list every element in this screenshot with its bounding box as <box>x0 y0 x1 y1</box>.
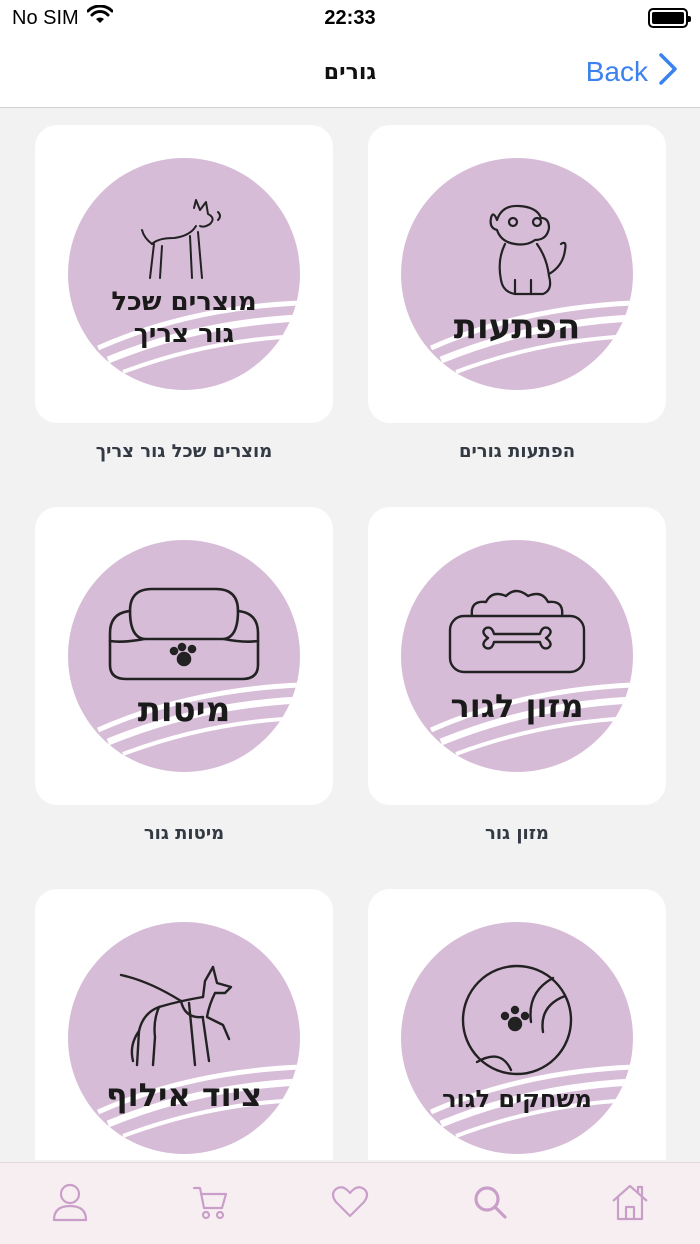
standing-dog-icon <box>134 198 234 286</box>
circle-text: גור צריך <box>133 319 235 349</box>
tab-search[interactable] <box>460 1174 520 1234</box>
status-bar: No SIM 22:33 <box>0 0 700 36</box>
category-image-box: מיטות <box>35 507 333 805</box>
category-card-surprises[interactable]: הפתעות הפתעות גורים <box>368 125 666 462</box>
category-image-box: ציוד אילוף <box>35 889 333 1160</box>
home-icon <box>609 1181 651 1227</box>
cart-icon <box>190 1182 230 1226</box>
status-left: No SIM <box>12 4 114 31</box>
category-image-box: מוצרים שכל גור צריך <box>35 125 333 423</box>
tab-bar <box>0 1162 700 1244</box>
food-bowl-icon <box>442 586 592 682</box>
tab-home[interactable] <box>600 1174 660 1234</box>
category-label: מוצרים שכל גור צריך <box>95 441 273 462</box>
category-circle: ציוד אילוף <box>68 922 300 1154</box>
category-card-beds[interactable]: מיטות מיטות גור <box>35 507 333 844</box>
category-card-toys[interactable]: משחקים לגור <box>368 889 666 1160</box>
navigation-bar: גורים Back <box>0 36 700 108</box>
tab-cart[interactable] <box>180 1174 240 1234</box>
dog-harness-icon <box>119 961 249 1075</box>
category-label: הפתעות גורים <box>458 441 576 462</box>
category-circle: מזון לגור <box>401 540 633 772</box>
category-label: מזון גור <box>485 823 549 844</box>
circle-text: הפתעות <box>453 306 581 347</box>
tab-profile[interactable] <box>40 1174 100 1234</box>
heart-icon <box>330 1182 370 1226</box>
circle-text: מיטות <box>137 689 231 730</box>
category-circle: מיטות <box>68 540 300 772</box>
category-label: מיטות גור <box>143 823 225 844</box>
dog-bed-icon <box>104 581 264 689</box>
circle-text: מוצרים שכל <box>111 286 257 317</box>
category-circle: משחקים לגור <box>401 922 633 1154</box>
category-card-food[interactable]: מזון לגור מזון גור <box>368 507 666 844</box>
category-circle: הפתעות <box>401 158 633 390</box>
category-grid: הפתעות הפתעות גורים מוצרים שכל גור צריך … <box>0 110 700 1160</box>
back-label: Back <box>585 56 648 87</box>
circle-text: ציוד אילוף <box>106 1076 262 1114</box>
carrier-text: No SIM <box>12 6 79 29</box>
category-image-box: משחקים לגור <box>368 889 666 1160</box>
sitting-dog-icon <box>457 200 577 304</box>
back-button[interactable]: Back <box>586 36 678 108</box>
tab-favorites[interactable] <box>320 1174 380 1234</box>
circle-text: מזון לגור <box>450 687 584 725</box>
ball-icon <box>457 962 577 1082</box>
category-image-box: הפתעות <box>368 125 666 423</box>
category-card-training[interactable]: ציוד אילוף <box>35 889 333 1160</box>
category-image-box: מזון לגור <box>368 507 666 805</box>
user-icon <box>50 1182 90 1226</box>
circle-text: משחקים לגור <box>442 1085 592 1113</box>
category-circle: מוצרים שכל גור צריך <box>68 158 300 390</box>
chevron-right-icon <box>658 52 678 93</box>
search-icon <box>470 1182 510 1226</box>
battery-icon <box>648 8 691 28</box>
wifi-icon <box>86 4 114 31</box>
category-card-essentials[interactable]: מוצרים שכל גור צריך מוצרים שכל גור צריך <box>35 125 333 462</box>
